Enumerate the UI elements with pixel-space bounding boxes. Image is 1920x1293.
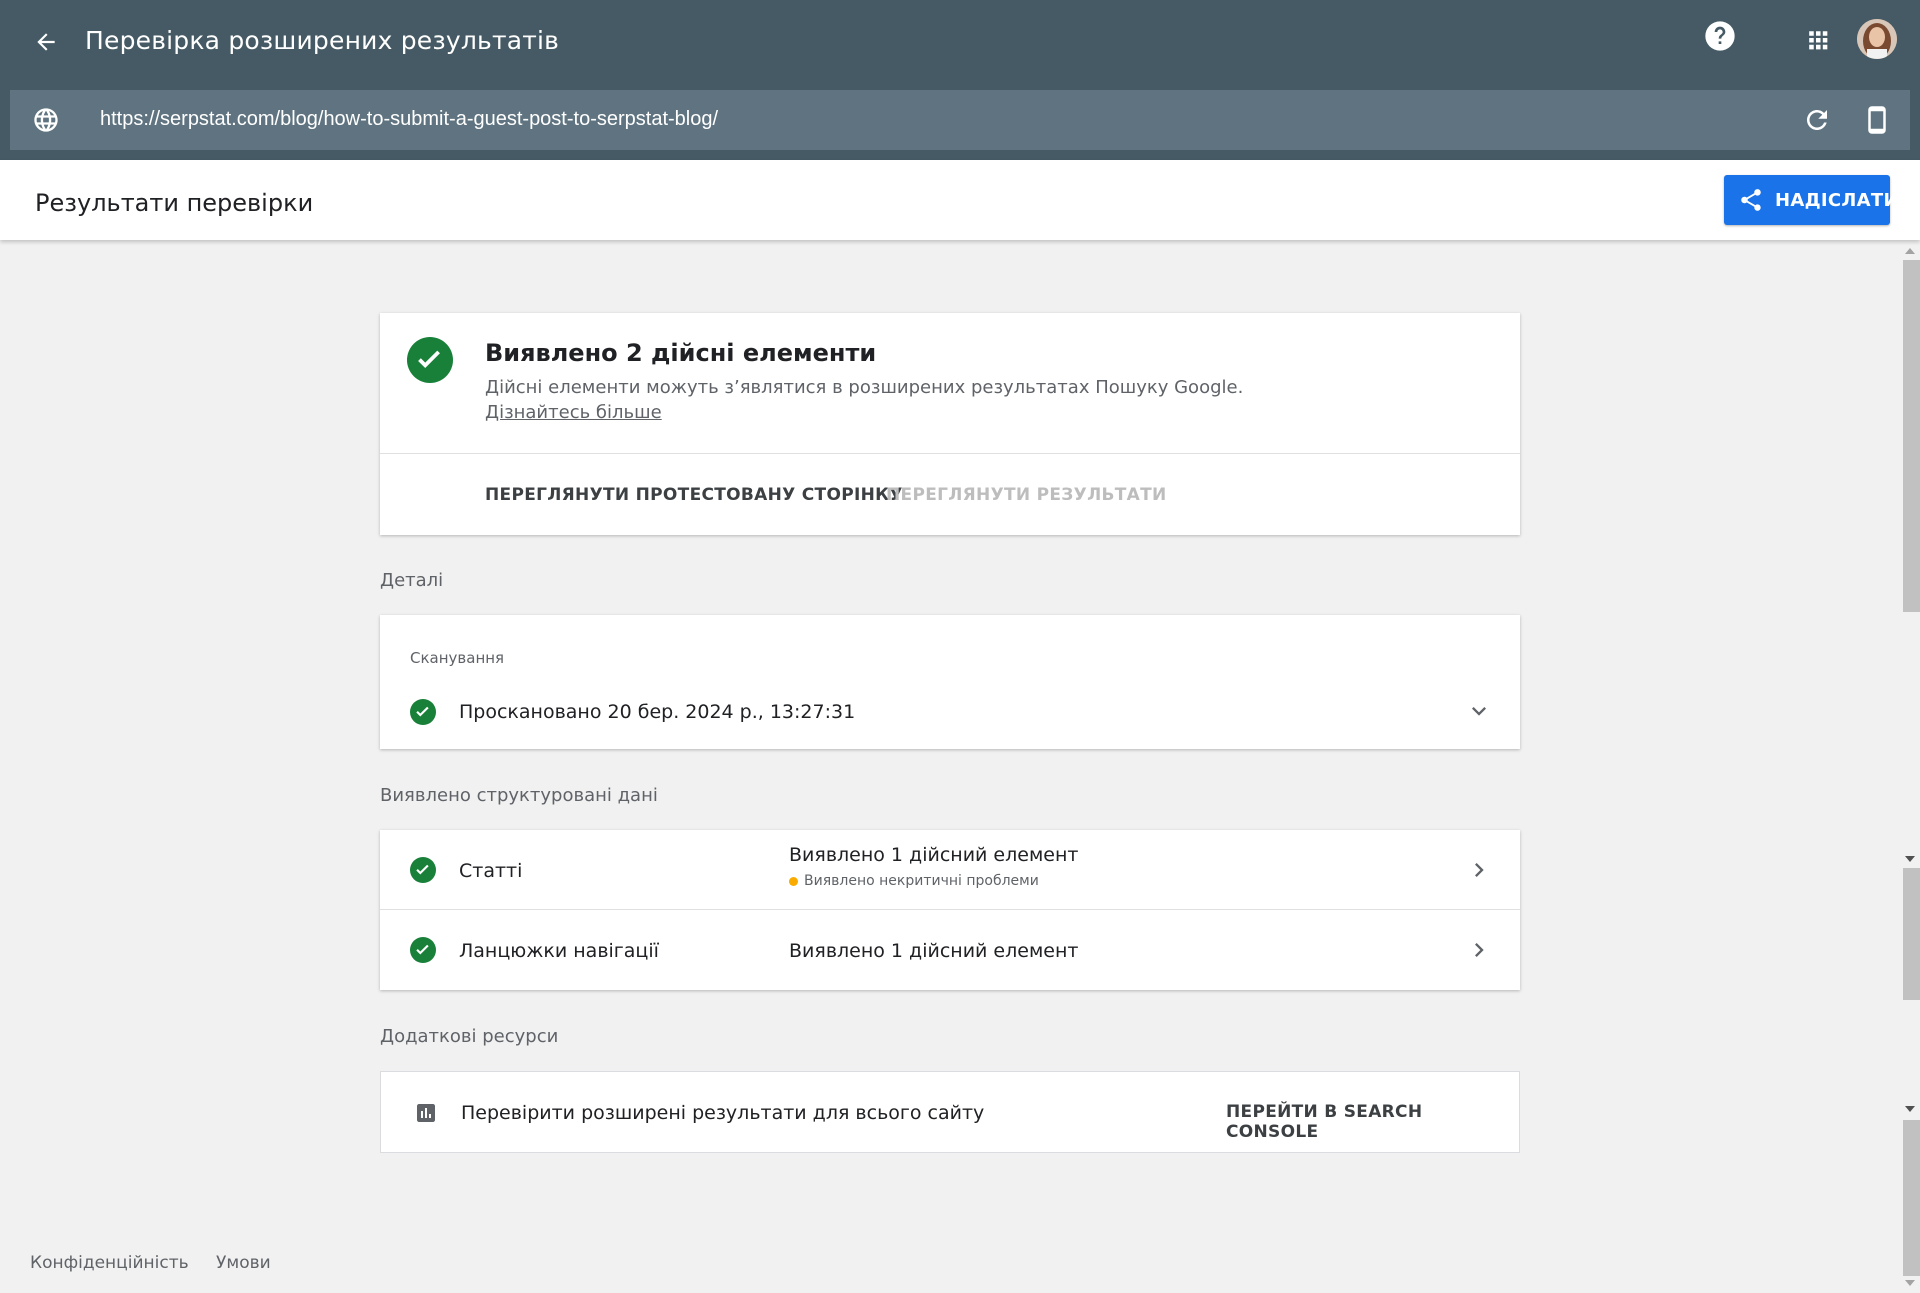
submit-label: НАДІСЛАТИ (1775, 190, 1899, 211)
arrow-back-icon (37, 33, 55, 51)
check-circle-icon (410, 857, 436, 883)
structured-data-card: Статті Виявлено 1 дійсний елемент Виявле… (380, 830, 1520, 990)
share-icon (1741, 189, 1761, 211)
apps-grid-icon (1809, 31, 1828, 50)
scroll-down-arrow[interactable] (1905, 1106, 1915, 1112)
footer: Конфіденційність Умови (30, 1253, 293, 1273)
app-title: Перевірка розширених результатів (85, 26, 560, 55)
bar-chart-icon (417, 1104, 435, 1122)
terms-link[interactable]: Умови (216, 1253, 271, 1273)
warning-note: Виявлено некритичні проблеми (789, 873, 1039, 889)
help-icon (1705, 21, 1735, 51)
help-button[interactable] (1704, 20, 1736, 52)
apps-button[interactable] (1802, 24, 1834, 56)
refresh-icon (1807, 110, 1827, 130)
resources-section-label: Додаткові ресурси (380, 1026, 559, 1047)
user-avatar-icon (1857, 19, 1897, 59)
result-description: Дійсні елементи можуть з’являтися в розш… (485, 377, 1244, 398)
check-circle-icon (410, 937, 436, 963)
warning-text: Виявлено некритичні проблеми (804, 873, 1039, 889)
details-section-label: Деталі (380, 570, 444, 591)
chevron-right-icon (1475, 863, 1484, 877)
page-scrollbar[interactable] (1899, 240, 1920, 1293)
scroll-down-arrow[interactable] (1905, 1280, 1915, 1286)
app-bar: Перевірка розширених результатів https:/… (0, 0, 1920, 160)
resources-card: Перевірити розширені результати для всьо… (380, 1071, 1520, 1153)
view-tested-page-button[interactable]: ПЕРЕГЛЯНУТИ ПРОТЕСТОВАНУ СТОРІНКУ (485, 485, 903, 505)
structured-item-name: Ланцюжки навігації (459, 940, 659, 962)
crawl-card[interactable]: Сканування Проскановано 20 бер. 2024 р.,… (380, 615, 1520, 749)
chevron-down-icon[interactable] (1465, 697, 1493, 725)
result-summary-card: Виявлено 2 дійсні елементи Дійсні елемен… (380, 313, 1520, 535)
divider (380, 453, 1520, 454)
url-bar: https://serpstat.com/blog/how-to-submit-… (10, 90, 1910, 150)
crawl-status: Проскановано 20 бер. 2024 р., 13:27:31 (459, 701, 856, 723)
privacy-link[interactable]: Конфіденційність (30, 1253, 189, 1273)
view-results-button[interactable]: ПЕРЕГЛЯНУТИ РЕЗУЛЬТАТИ (886, 485, 1167, 505)
check-circle-icon (407, 337, 453, 383)
url-input[interactable]: https://serpstat.com/blog/how-to-submit-… (100, 108, 718, 131)
device-toggle-button[interactable] (1862, 103, 1892, 137)
structured-item-status: Виявлено 1 дійсний елемент (789, 844, 1079, 866)
scroll-down-arrow[interactable] (1905, 856, 1915, 862)
check-circle-icon (410, 699, 436, 725)
structured-row-articles[interactable]: Статті Виявлено 1 дійсний елемент Виявле… (380, 830, 1520, 910)
crawl-label: Сканування (410, 649, 505, 667)
resources-text: Перевірити розширені результати для всьо… (461, 1102, 985, 1124)
avatar[interactable] (1857, 19, 1897, 59)
structured-row-breadcrumbs[interactable]: Ланцюжки навігації Виявлено 1 дійсний ел… (380, 910, 1520, 990)
result-title: Виявлено 2 дійсні елементи (485, 339, 877, 367)
scroll-thumb[interactable] (1903, 260, 1920, 612)
structured-item-name: Статті (459, 860, 523, 882)
open-search-console-button[interactable]: ПЕРЕЙТИ В SEARCH CONSOLE (1226, 1102, 1519, 1142)
structured-data-section-label: Виявлено структуровані дані (380, 785, 658, 806)
learn-more-link[interactable]: Дізнайтесь більше (485, 402, 662, 423)
results-header: Результати перевірки НАДІСЛАТИ (0, 160, 1920, 240)
page-title: Результати перевірки (35, 189, 314, 217)
smartphone-icon (1868, 106, 1886, 134)
refresh-button[interactable] (1802, 105, 1832, 135)
globe-icon (34, 108, 58, 132)
submit-button[interactable]: НАДІСЛАТИ (1724, 175, 1899, 225)
scroll-thumb[interactable] (1903, 868, 1920, 1000)
warning-dot-icon (789, 876, 798, 886)
structured-item-status: Виявлено 1 дійсний елемент (789, 940, 1079, 962)
chevron-right-icon (1475, 943, 1484, 957)
scroll-up-arrow[interactable] (1905, 248, 1915, 254)
scroll-thumb[interactable] (1903, 1120, 1920, 1276)
back-button[interactable] (26, 22, 66, 62)
